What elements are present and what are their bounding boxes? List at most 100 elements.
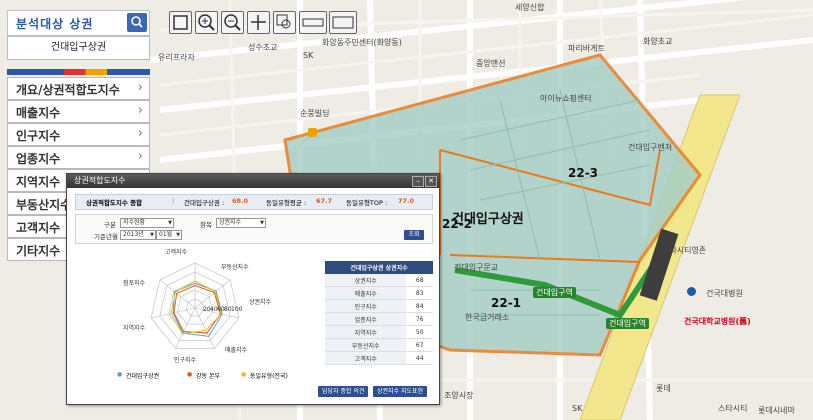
date-label: 기준년월 — [94, 233, 118, 241]
summary-item3-value: 77.0 — [398, 197, 415, 205]
popup-titlebar[interactable]: 상권적합도지수 – ✕ — [67, 174, 439, 188]
menu-item-sales[interactable]: 매출지수 › — [7, 100, 150, 123]
table-row: 매출지수 83 — [325, 286, 433, 300]
summary-item3-label: 동일유형TOP : — [346, 199, 388, 207]
pan-icon[interactable] — [247, 11, 270, 34]
search-icon — [131, 16, 143, 28]
station-label[interactable]: 건대입구역 — [606, 318, 649, 329]
map-label: 화양초교 — [643, 37, 673, 46]
panel-header: 분석대상 상권 — [7, 10, 150, 36]
minimize-icon[interactable]: – — [412, 176, 424, 187]
menu-item-industry[interactable]: 업종지수 › — [7, 146, 150, 169]
map-label: 스타시티영존 — [662, 246, 707, 255]
map-display-button[interactable]: 상권지수 지도표현 — [373, 386, 428, 397]
menu-item-overview[interactable]: 개요/상권적합도지수 › — [7, 77, 150, 100]
legend-dot-icon: ● — [117, 371, 123, 378]
poi-marker-icon[interactable] — [308, 128, 317, 137]
summary-item1-label: 건대입구상권 : — [184, 199, 225, 207]
chevron-right-icon: › — [137, 149, 143, 164]
map-label: 파리바게트 — [568, 44, 605, 53]
menu-label: 매출지수 — [16, 106, 61, 120]
table-row: 상권지수 68 — [325, 274, 433, 287]
menu-label: 지역지수 — [16, 175, 61, 189]
legend-dot-icon: ● — [187, 371, 193, 378]
table-row: 부동산지수 67 — [325, 338, 433, 352]
divider: | — [172, 197, 175, 205]
table-row: 지역지수 50 — [325, 325, 433, 339]
map-label: 아이뉴쇼핑센터 — [540, 94, 592, 103]
map-label: SK — [303, 51, 314, 60]
map-label: 건국대병원 — [706, 289, 743, 298]
distance-ruler-icon[interactable] — [299, 11, 327, 34]
color-strip — [7, 69, 150, 75]
full-extent-icon[interactable] — [169, 11, 192, 34]
menu-label: 고객지수 — [16, 221, 61, 235]
summary-item2-label: 동일유형평균 : — [266, 199, 307, 207]
axis-label: 부동산지수 — [221, 264, 249, 271]
item-select[interactable]: 상권지수 ▼ — [216, 218, 266, 228]
legend-label: 건대입구상권 — [126, 373, 160, 380]
axis-label: 매출지수 — [225, 347, 248, 354]
radar-axis — [175, 307, 196, 349]
filter-panel: 구분 지수현황 ▼ 항목 상권지수 ▼ 기준년월 2013년 ▼ 01월 ▼ 조회 — [75, 214, 433, 244]
menu-label: 부동산지수 — [16, 198, 72, 212]
search-button[interactable] — [127, 13, 147, 32]
area-measure-icon[interactable] — [329, 11, 357, 34]
axis-label: 고객지수 — [165, 249, 188, 256]
map-label: 화양동주민센터(화양동) — [322, 38, 402, 47]
radar-legend: ● 건대입구상권 ● 강동 본부 ● 동일유형(전국) — [117, 371, 327, 381]
map-label: 순풍빌딩 — [300, 109, 330, 118]
area-label: 22-1 — [491, 296, 522, 310]
menu-label: 업종지수 — [16, 152, 61, 166]
opinion-button[interactable]: 담당자 종합 의견 — [318, 386, 369, 397]
map-label: 세양신합 — [515, 3, 545, 12]
chevron-right-icon: › — [137, 103, 143, 118]
summary-label: 상권적합도지수 종합 — [86, 199, 143, 207]
zoom-in-icon[interactable] — [195, 11, 218, 34]
year-select[interactable]: 2013년 ▼ — [120, 230, 156, 240]
axis-label: 점포지수 — [123, 280, 146, 287]
popup-title: 상권적합도지수 — [74, 176, 126, 185]
chevron-down-icon: ▼ — [168, 220, 172, 226]
area-label: 22-3 — [568, 166, 599, 180]
axis-label: 상권지수 — [249, 299, 272, 306]
index-popup: 상권적합도지수 – ✕ 상권적합도지수 종합 | 건대입구상권 : 68.0 동… — [66, 173, 440, 405]
radar-axis — [194, 307, 215, 349]
zoom-box-icon[interactable] — [273, 11, 296, 34]
gubun-label: 구분 — [104, 221, 116, 229]
close-icon[interactable]: ✕ — [425, 176, 437, 187]
month-select[interactable]: 01월 ▼ — [156, 230, 182, 240]
station-label[interactable]: 건대입구역 — [533, 287, 576, 298]
item-label: 항목 — [200, 221, 212, 229]
selected-area[interactable]: 건대입구상권 — [7, 36, 150, 60]
chevron-down-icon: ▼ — [176, 232, 180, 238]
ring-label: 100 — [231, 306, 243, 313]
summary-item2-value: 67.7 — [316, 197, 333, 205]
map-label: 건대입구문교 — [454, 263, 499, 272]
axis-label: 인구지수 — [174, 357, 197, 364]
table-row: 인구지수 84 — [325, 299, 433, 313]
chevron-right-icon: › — [137, 126, 143, 141]
map-label: 한국금거래소 — [465, 313, 510, 322]
hospital-label[interactable]: 건국대학교병원(舊) — [684, 316, 751, 327]
hospital-marker-icon[interactable] — [687, 287, 696, 296]
axis-label: 지역지수 — [123, 325, 146, 332]
map-label: 성수초교 — [248, 43, 278, 52]
menu-label: 기타지수 — [16, 244, 61, 258]
chevron-down-icon: ▼ — [150, 232, 154, 238]
summary-bar: 상권적합도지수 종합 | 건대입구상권 : 68.0 동일유형평균 : 67.7… — [75, 194, 433, 210]
radar-svg — [150, 262, 240, 349]
chevron-down-icon: ▼ — [260, 220, 264, 226]
map-label: 건대입구벤처 — [628, 143, 673, 152]
index-table: 건대입구상권 상권지수 상권지수 68 매출지수 83 인구지수 84 업종지수 76 … — [325, 261, 433, 365]
gubun-select[interactable]: 지수현황 ▼ — [120, 218, 174, 228]
menu-item-population[interactable]: 인구지수 › — [7, 123, 150, 146]
search-button[interactable]: 조회 — [404, 230, 424, 240]
map-label: 중앙맨션 — [476, 59, 506, 68]
radar-chart: 고객지수 부동산지수 상권지수 매출지수 인구지수 지역지수 점포지수 20 4… — [117, 248, 277, 388]
zoom-out-icon[interactable] — [221, 11, 244, 34]
map-label: 유리프라자 — [158, 53, 195, 62]
map-label: 스타시티 — [718, 404, 748, 413]
summary-item1-value: 68.0 — [232, 197, 249, 205]
menu-label: 인구지수 — [16, 129, 61, 143]
